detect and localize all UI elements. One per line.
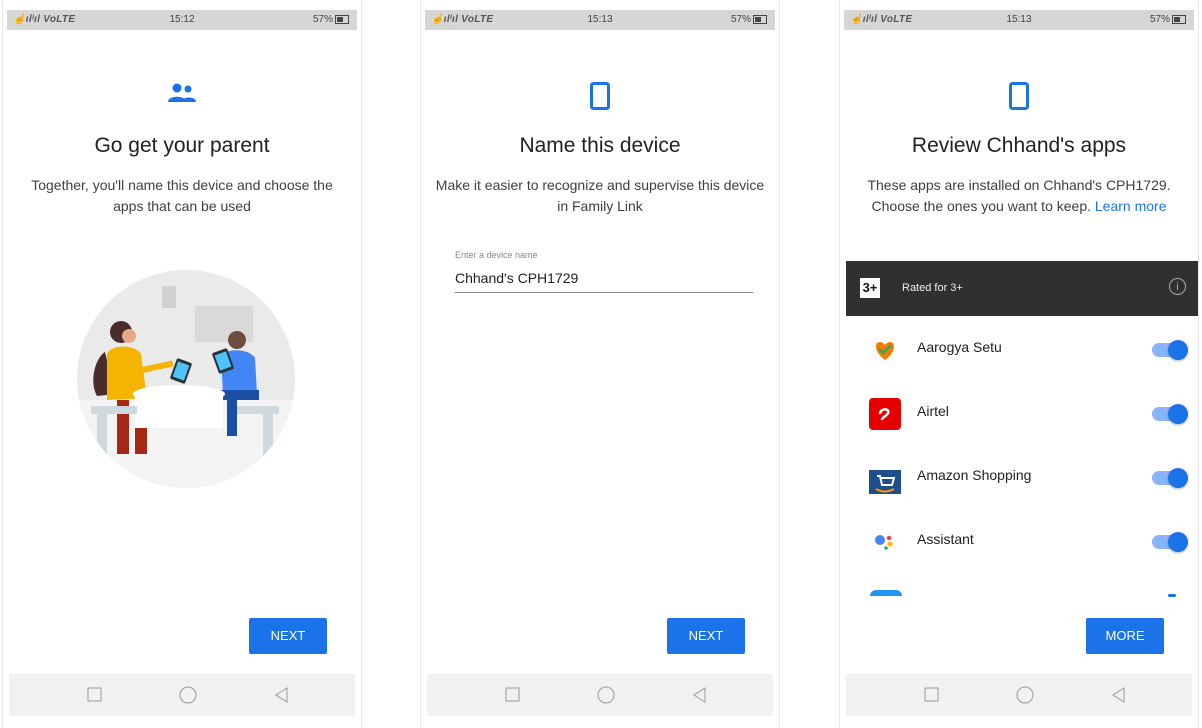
device-name-input[interactable]: Chhand's CPH1729 xyxy=(455,270,753,293)
home-icon[interactable] xyxy=(597,686,615,704)
more-button[interactable]: MORE xyxy=(1086,618,1164,654)
page-description: Make it easier to recognize and supervis… xyxy=(435,177,765,214)
battery-icon xyxy=(335,14,349,24)
screen-name-device: ☝ılˡıl VoLTE 15:13 57% Name this device … xyxy=(420,0,780,728)
status-bar: ☝ılˡıl VoLTE 15:13 57% xyxy=(844,10,1194,30)
back-icon[interactable] xyxy=(273,686,291,704)
app-toggle[interactable] xyxy=(1152,340,1188,360)
app-toggle[interactable] xyxy=(1152,532,1188,552)
device-name-label: Enter a device name xyxy=(455,250,538,260)
rating-label: Rated for 3+ xyxy=(902,282,963,294)
page-title: Name this device xyxy=(519,134,681,157)
status-time: 15:13 xyxy=(587,14,613,25)
info-icon[interactable]: i xyxy=(1169,278,1186,295)
recent-apps-icon[interactable] xyxy=(923,686,941,704)
back-icon[interactable] xyxy=(1110,686,1128,704)
app-row-assistant: Assistant xyxy=(846,509,1198,573)
page-description: These apps are installed on Chhand's CPH… xyxy=(867,177,1171,214)
phone-icon xyxy=(840,82,1198,115)
app-row-aarogya-setu: Aarogya Setu xyxy=(846,317,1198,381)
screen-go-get-parent: ☝ılˡıl VoLTE 15:12 57% Go get your paren… xyxy=(2,0,362,728)
battery-indicator: 57% xyxy=(313,14,349,25)
status-time: 15:13 xyxy=(1006,14,1032,25)
app-name: Airtel xyxy=(917,403,949,419)
google-assistant-app-icon xyxy=(868,525,902,559)
battery-icon xyxy=(753,14,767,24)
rating-badge: 3+ xyxy=(860,278,880,298)
parent-child-illustration xyxy=(77,270,295,488)
learn-more-link[interactable]: Learn more xyxy=(1095,198,1167,214)
app-row-airtel: Airtel xyxy=(846,381,1198,445)
next-button[interactable]: NEXT xyxy=(249,618,327,654)
partial-app-toggle[interactable] xyxy=(1168,594,1176,597)
page-description: Together, you'll name this device and ch… xyxy=(31,177,333,214)
status-bar: ☝ılˡıl VoLTE 15:12 57% xyxy=(7,10,357,30)
back-icon[interactable] xyxy=(691,686,709,704)
home-icon[interactable] xyxy=(179,686,197,704)
amazon-shopping-app-icon xyxy=(868,461,902,495)
page-title: Go get your parent xyxy=(94,134,270,157)
app-row-amazon-shopping: Amazon Shopping xyxy=(846,445,1198,509)
recent-apps-icon[interactable] xyxy=(504,686,522,704)
page-title: Review Chhand's apps xyxy=(911,134,1127,157)
next-button[interactable]: NEXT xyxy=(667,618,745,654)
family-icon xyxy=(3,82,361,111)
app-toggle[interactable] xyxy=(1152,468,1188,488)
phone-icon xyxy=(421,82,779,115)
navigation-bar xyxy=(427,674,773,716)
recent-apps-icon[interactable] xyxy=(86,686,104,704)
partial-app-icon xyxy=(870,590,902,596)
status-bar: ☝ılˡıl VoLTE 15:13 57% xyxy=(425,10,775,30)
status-time: 15:12 xyxy=(169,14,195,25)
app-name: Amazon Shopping xyxy=(917,467,1032,483)
aarogya-setu-app-icon xyxy=(868,333,902,367)
battery-indicator: 57% xyxy=(1150,14,1186,25)
navigation-bar xyxy=(9,674,355,716)
app-name: Assistant xyxy=(917,531,974,547)
rating-header: 3+ Rated for 3+ i xyxy=(846,261,1198,316)
app-name: Aarogya Setu xyxy=(917,339,1002,355)
airtel-app-icon xyxy=(868,397,902,431)
screen-review-apps: ☝ılˡıl VoLTE 15:13 57% Review Chhand's a… xyxy=(839,0,1199,728)
app-toggle[interactable] xyxy=(1152,404,1188,424)
battery-icon xyxy=(1172,14,1186,24)
navigation-bar xyxy=(846,674,1192,716)
battery-indicator: 57% xyxy=(731,14,767,25)
home-icon[interactable] xyxy=(1016,686,1034,704)
